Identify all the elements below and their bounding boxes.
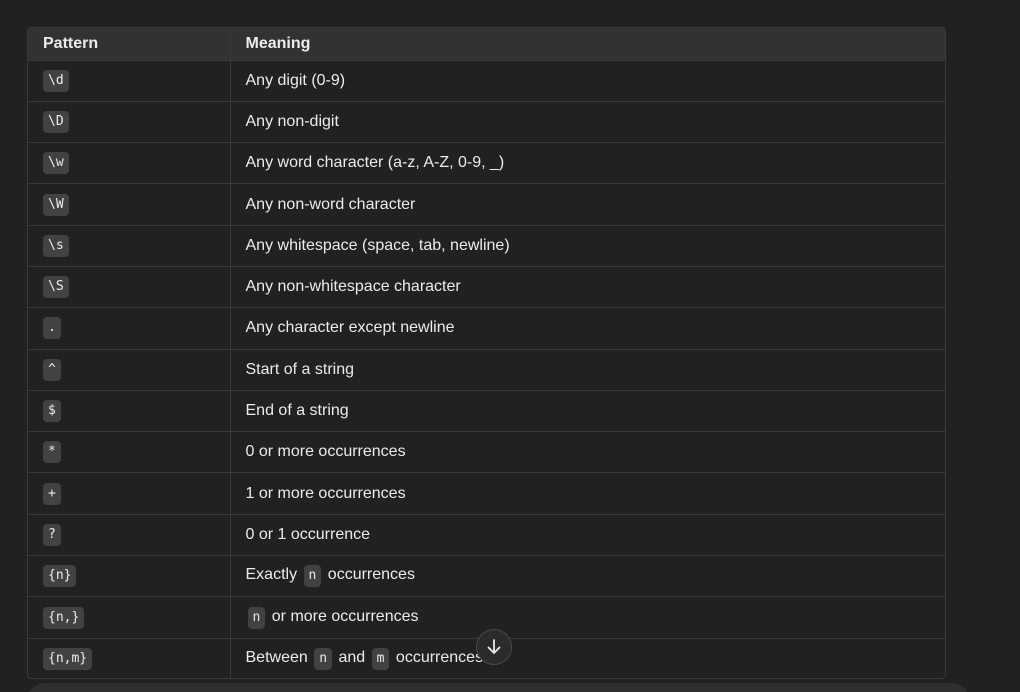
pattern-cell: .: [28, 307, 231, 350]
scroll-to-bottom-button[interactable]: [476, 629, 512, 665]
meaning-cell: Any word character (a-z, A-Z, 0-9, _): [230, 142, 945, 185]
meaning-text: Any whitespace (space, tab, newline): [245, 236, 510, 254]
table-header-row: Pattern Meaning: [28, 28, 945, 61]
meaning-text: Exactly: [245, 566, 302, 584]
meaning-text: Any non-word character: [245, 195, 416, 213]
meaning-text: Between: [245, 648, 313, 666]
header-pattern: Pattern: [28, 28, 231, 61]
meaning-cell: n or more occurrences: [230, 596, 945, 639]
table-row: * 0 or more occurrences: [28, 431, 945, 474]
pattern-cell: {n}: [28, 555, 231, 598]
table-row: $ End of a string: [28, 390, 945, 433]
table-row: \d Any digit (0-9): [28, 60, 945, 102]
header-meaning: Meaning: [230, 28, 945, 61]
meaning-text: Any word character (a-z, A-Z, 0-9, _): [245, 154, 505, 172]
pattern-cell: \D: [28, 101, 231, 144]
pattern-cell: \w: [28, 142, 231, 185]
meaning-cell: Any character except newline: [230, 307, 945, 350]
pattern-cell: ?: [28, 514, 231, 557]
regex-pattern-table: Pattern Meaning \d Any digit (0-9) \D Any n…: [28, 28, 945, 678]
pattern-cell: ^: [28, 349, 231, 391]
pattern-cell: \s: [28, 225, 231, 267]
table-row: \W Any non-word character: [28, 183, 945, 226]
table-row: \w Any word character (a-z, A-Z, 0-9, _): [28, 142, 945, 185]
pattern-code: +: [43, 482, 61, 505]
pattern-code: ?: [43, 523, 61, 546]
table-row: +1 or more occurrences: [28, 472, 945, 515]
pattern-cell: \S: [28, 266, 231, 309]
pattern-code: *: [43, 441, 61, 464]
pattern-code: .: [43, 317, 61, 340]
pattern-cell: +: [28, 472, 231, 515]
meaning-text: Start of a string: [245, 360, 355, 378]
pattern-code: ^: [43, 358, 61, 381]
arrow-down-icon: [487, 639, 501, 654]
table-row: ^ Start of a string: [28, 349, 945, 391]
meaning-cell: Any digit (0-9): [230, 60, 945, 102]
table-row: {n} Exactly n occurrences: [28, 555, 945, 598]
markdown-table: Pattern Meaning \d Any digit (0-9) \D Any n…: [27, 27, 946, 679]
pattern-cell: *: [28, 431, 231, 474]
table-body: \d Any digit (0-9) \D Any non-digit \w Any wo…: [28, 60, 945, 678]
meaning-text: Any digit (0-9): [245, 71, 346, 89]
meaning-text: occurrences: [391, 648, 484, 666]
meaning-cell: 0 or more occurrences: [230, 431, 945, 474]
meaning-text: or more occurrences: [267, 607, 419, 625]
pattern-code: \d: [43, 69, 69, 92]
meaning-cell: Exactly n occurrences: [230, 555, 945, 598]
meaning-text: 1 or more occurrences: [245, 484, 406, 502]
meaning-text: Any character except newline: [245, 319, 455, 337]
table-row: ? 0 or 1 occurrence: [28, 514, 945, 557]
meaning-cell: Any whitespace (space, tab, newline): [230, 225, 945, 267]
table-row: \D Any non-digit: [28, 101, 945, 144]
pattern-cell: {n,m}: [28, 638, 231, 678]
inline-code: n: [303, 565, 322, 588]
meaning-text: and: [334, 648, 370, 666]
meaning-cell: End of a string: [230, 390, 945, 433]
meaning-cell: Any non-whitespace character: [230, 266, 945, 309]
pattern-code: \w: [43, 152, 69, 175]
table-row: \s Any whitespace (space, tab, newline): [28, 225, 945, 267]
pattern-code: {n}: [43, 565, 77, 588]
meaning-text: 0 or more occurrences: [245, 443, 406, 461]
meaning-text: occurrences: [323, 566, 415, 584]
meaning-cell: Any non-digit: [230, 101, 945, 144]
meaning-cell: Between n and m occurrences: [230, 638, 945, 678]
pattern-code: \S: [43, 276, 69, 299]
pattern-cell: $: [28, 390, 231, 433]
meaning-cell: Any non-word character: [230, 183, 945, 226]
pattern-cell: {n,}: [28, 596, 231, 639]
message-composer[interactable]: [26, 683, 971, 692]
pattern-code: {n,}: [43, 606, 85, 629]
pattern-code: {n,m}: [43, 647, 93, 670]
inline-code: n: [314, 647, 333, 670]
meaning-cell: Start of a string: [230, 349, 945, 391]
table-row: . Any character except newline: [28, 307, 945, 350]
pattern-code: $: [43, 400, 61, 423]
table-row: \S Any non-whitespace character: [28, 266, 945, 309]
pattern-code: \D: [43, 110, 69, 133]
meaning-text: 0 or 1 occurrence: [245, 525, 371, 543]
pattern-cell: \W: [28, 183, 231, 226]
meaning-cell: 1 or more occurrences: [230, 472, 945, 515]
pattern-code: \s: [43, 234, 69, 257]
inline-code: n: [247, 606, 266, 629]
inline-code: m: [371, 647, 390, 670]
meaning-text: Any non-digit: [245, 112, 339, 130]
meaning-text: End of a string: [245, 402, 349, 420]
meaning-cell: 0 or 1 occurrence: [230, 514, 945, 557]
pattern-code: \W: [43, 193, 69, 216]
pattern-cell: \d: [28, 60, 231, 102]
meaning-text: Any non-whitespace character: [245, 278, 461, 296]
